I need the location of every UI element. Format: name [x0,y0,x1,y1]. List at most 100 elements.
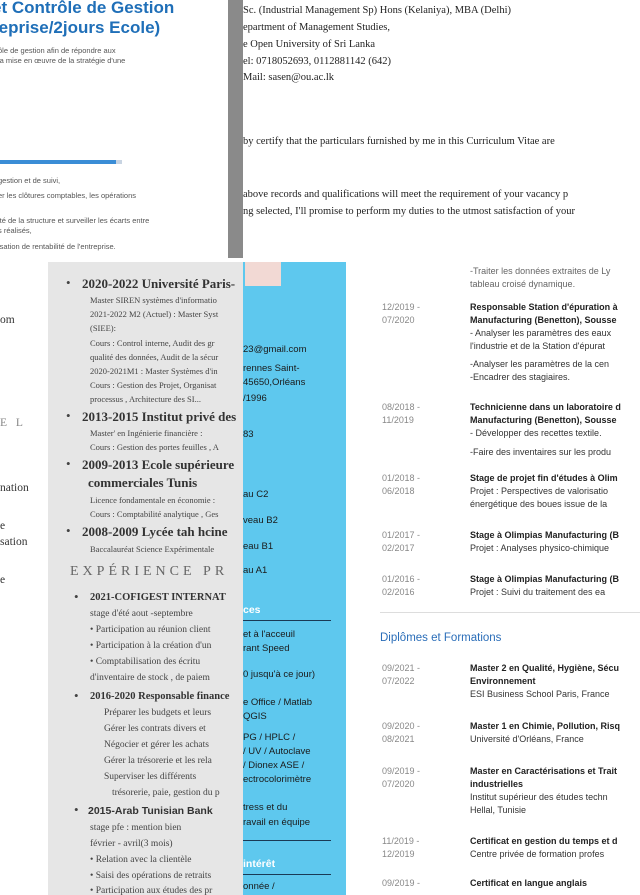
skill-line: PG / HPLC / [243,732,296,743]
experience-line: - Analyser les paramètres des eaux [470,328,612,338]
contact-address: 45650,Orléans [243,377,306,388]
blue-sidebar-fragment: 23@gmail.com rennes Saint- 45650,Orléans… [243,262,346,895]
referee-degree: Sc. (Industrial Management Sp) Hons (Kel… [243,5,511,16]
diploma-school: ESI Business School Paris, France [470,689,610,699]
experience-line: • Comptabilisation des écritu [90,657,201,667]
diploma-date: 09/2019 - [382,878,421,888]
experience-line: stage d'été aout -septembre [90,609,193,619]
skill-line: e Office / Matlab [243,697,312,708]
experience-line: énergétique des boues issue de la [470,499,608,509]
education-line: Cours : Gestion des portes feuilles , A [90,442,219,452]
referee-certificate-fragment: Sc. (Industrial Management Sp) Hons (Kel… [243,0,640,258]
experience-line: février - avril(3 mois) [90,839,173,849]
experience-line: Projet : Suivi du traitement des ea [470,587,606,597]
cv-task-line: s réalisés, [0,226,32,235]
language-level: eau B1 [243,541,274,552]
diplomas-section-heading: Diplômes et Formations [380,632,502,644]
education-title: 2013-2015 Institut privé des [82,409,237,424]
education-line: Master' en Ingénierie financière : [90,428,203,438]
experience-title: Manufacturing (Benetton), Sousse [470,315,617,325]
diploma-title: Master 2 en Qualité, Hygiène, Sécu [470,663,620,673]
divider [243,874,331,875]
contact-birthdate: /1996 [243,393,267,404]
education-line: Master SIREN systèmes d'informatio [90,295,217,305]
experience-line: - Développer des recettes textile. [470,428,602,438]
diploma-title: Master 1 en Chimie, Pollution, Risq [470,721,621,731]
bullet: • [74,688,79,703]
skill-line: ravail en équipe [243,817,311,828]
diploma-school: Institut supérieur des études techn [470,792,608,802]
referee-university: e Open University of Sri Lanka [243,39,376,50]
experience-line: stage pfe : mention bien [90,823,182,833]
experience-line: Projet : Perspectives de valorisatio [470,486,609,496]
skill-progress-bar [0,160,122,164]
divider [243,840,331,841]
experience-date: 02/2017 [382,543,415,553]
diploma-date: 09/2020 - [382,721,421,731]
edge-text: e [0,574,6,586]
bullet: • [66,523,71,538]
bullet: • [74,589,79,604]
cv-task-line: gestion et de suivi, [0,176,61,185]
divider [380,612,640,613]
skill-line: 0 jusqu'à ce jour) [243,669,316,680]
divider [243,620,331,621]
edge-text: sation [0,536,28,548]
education-title: 2020-2022 Université Paris- [82,276,236,291]
interest-line: onnée / [243,881,275,892]
education-title: commerciales Tunis [88,475,198,490]
skill-line: tress et du [243,802,288,813]
declaration-line: by certify that the particulars furnishe… [243,136,555,147]
diploma-date: 09/2021 - [382,663,421,673]
education-line: 2020-2021M1 : Master Systèmes d'in [90,366,218,376]
education-line: Cours : Control interne, Audit des gr [90,338,215,348]
contact-address: rennes Saint- [243,363,300,374]
bullet: • [66,456,71,471]
education-line: Cours : Gestion des Projet, Organisat [90,380,217,390]
cv-task-line: ité de la structure et surveiller les éc… [0,216,150,225]
experience-line: -Encadrer des stagiaires. [470,372,571,382]
experience-title: 2021-COFIGEST INTERNAT [90,592,226,603]
referee-email: Mail: sasen@ou.ac.lk [243,72,335,83]
skill-line: QGIS [243,711,267,722]
profile-photo [245,262,281,286]
diploma-date: 11/2019 - [382,836,420,846]
experience-title: Stage à Olimpias Manufacturing (B [470,530,620,540]
education-line: Licence fondamentale en économie : [90,495,216,505]
experience-line: • Participation aux études des pr [90,886,213,895]
cv-task-line: er les clôtures comptables, les opératio… [0,191,136,200]
contact-phone: 83 [243,429,254,440]
diploma-school: Université d'Orléans, France [470,734,584,744]
edge-text: om [0,314,15,326]
language-level: au C2 [243,489,269,500]
referee-department: epartment of Management Studies, [243,22,390,33]
experience-line: Projet : Analyses physico-chimique [470,543,610,553]
edge-text: nation [0,482,29,494]
diploma-date: 07/2020 [382,779,415,789]
experience-line: d'inventaire de stock , de paiem [90,673,210,683]
experience-line: Superviser les différents [104,772,197,782]
skill-line: / UV / Autoclave [243,746,311,757]
experience-date: 07/2020 [382,315,415,325]
diploma-date: 09/2019 - [382,766,421,776]
experience-line: Préparer les budgets et leurs [104,708,212,718]
education-line: Cours : Comptabilité analytique , Ges [90,509,219,519]
diploma-date: 12/2019 [382,849,415,859]
experience-line: -Analyser les paramètres de la cen [470,359,610,369]
experience-line: -Faire des inventaires sur les produ [470,447,612,457]
right-cv-fragment: -Traiter les données extraites de Ly tab… [346,262,640,895]
language-level: veau B2 [243,515,278,526]
diploma-title: Environnement [470,676,536,686]
experience-line: Gérer la trésorerie et les rela [104,756,212,766]
experience-date: 01/2016 - [382,574,421,584]
diploma-school: Hellal, Tunisie [470,805,527,815]
edge-text: e [0,520,6,532]
experience-date: 12/2019 - [382,302,421,312]
bullet: • [66,275,71,290]
experience-line: • Saisi des opérations de retraits [90,871,212,881]
education-line: 2021-2022 M2 (Actuel) : Master Syst [90,309,219,319]
cv-intro-line-2: la mise en œuvre de la stratégie d'une [0,56,126,65]
skill-line: et à l'acceuil [243,629,295,640]
diploma-title: Certificat en gestion du temps et d [470,836,618,846]
declaration-line: ng selected, I'll promise to perform my … [243,206,575,217]
